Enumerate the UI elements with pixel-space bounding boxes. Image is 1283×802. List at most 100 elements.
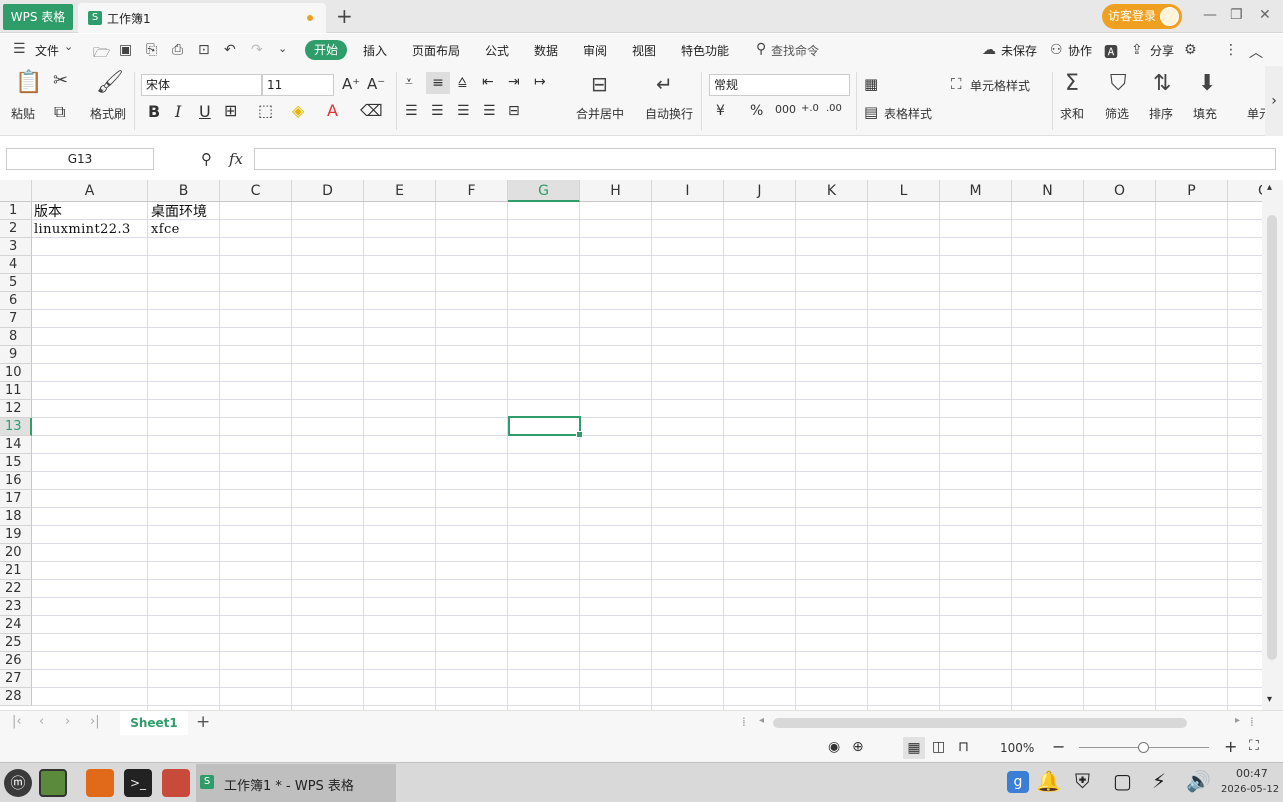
formula-input[interactable] — [254, 148, 1276, 170]
row-header-1[interactable]: 1 — [0, 202, 32, 220]
new-tab-button[interactable]: + — [336, 4, 353, 28]
scroll-down-icon[interactable]: ▾ — [1267, 694, 1272, 705]
thousands-separator-icon[interactable]: 000 — [775, 103, 796, 116]
spreadsheet-grid[interactable]: ABCDEFGHIJKLMNOPQ 1234567891011121314151… — [0, 180, 1262, 710]
tab-page-layout[interactable]: 页面布局 — [412, 42, 460, 59]
zoom-slider-handle[interactable] — [1138, 742, 1149, 753]
row-header-21[interactable]: 21 — [0, 562, 32, 580]
row-header-13[interactable]: 13 — [0, 418, 32, 436]
cell-A2[interactable]: linuxmint22.3 — [34, 221, 131, 239]
select-all-corner[interactable] — [0, 180, 32, 202]
wrap-text-icon[interactable]: ↵ — [656, 72, 673, 96]
row-header-24[interactable]: 24 — [0, 616, 32, 634]
sort-icon[interactable]: ⇅ — [1153, 71, 1171, 96]
zoom-out-icon[interactable]: − — [1052, 737, 1065, 756]
decrease-decimal-icon[interactable]: .00 — [826, 103, 842, 114]
eye-protection-icon[interactable]: ◉ — [828, 739, 840, 755]
row-header-27[interactable]: 27 — [0, 670, 32, 688]
vertical-scrollbar[interactable]: ▴ ▾ — [1262, 180, 1283, 710]
column-header-O[interactable]: O — [1084, 180, 1156, 202]
italic-icon[interactable]: I — [175, 102, 181, 121]
column-header-A[interactable]: A — [32, 180, 148, 202]
first-sheet-icon[interactable]: |‹ — [12, 714, 22, 729]
tab-view[interactable]: 视图 — [632, 42, 656, 59]
borders-icon[interactable]: ⊞ — [224, 101, 237, 120]
volume-icon[interactable]: 🔊 — [1186, 769, 1211, 793]
tab-special-features[interactable]: 特色功能 — [681, 42, 729, 59]
restore-icon[interactable]: ❐ — [1230, 7, 1243, 23]
cell-shading-icon[interactable]: ⬚ — [258, 101, 273, 120]
align-middle-icon[interactable]: ≡ — [426, 72, 450, 94]
column-header-P[interactable]: P — [1156, 180, 1228, 202]
scroll-right-icon[interactable]: ▸ — [1235, 715, 1240, 726]
align-left-icon[interactable]: ☰ — [405, 103, 418, 119]
share-button[interactable]: 分享 — [1150, 42, 1174, 59]
row-header-22[interactable]: 22 — [0, 580, 32, 598]
row-header-25[interactable]: 25 — [0, 634, 32, 652]
clock-time[interactable]: 00:47 — [1236, 767, 1268, 780]
scroll-left-icon[interactable]: ◂ — [759, 715, 764, 726]
close-icon[interactable]: ✕ — [1259, 7, 1271, 23]
sheet-tab-sheet1[interactable]: Sheet1 — [120, 711, 188, 735]
row-header-5[interactable]: 5 — [0, 274, 32, 292]
row-header-3[interactable]: 3 — [0, 238, 32, 256]
paste-button[interactable]: 粘贴 — [11, 105, 35, 122]
format-painter-button[interactable]: 格式刷 — [90, 105, 126, 122]
merge-center-icon[interactable]: ⊟ — [591, 72, 608, 96]
print-icon[interactable]: ⎙ — [172, 42, 183, 58]
merge-center-button[interactable]: 合并居中 — [576, 105, 624, 122]
format-painter-icon[interactable]: 🖌 — [96, 70, 124, 95]
normal-view-icon[interactable]: ▦ — [903, 737, 925, 759]
paste-icon[interactable]: 📋 — [15, 70, 42, 95]
save-icon[interactable]: ▣ — [119, 42, 132, 58]
column-header-C[interactable]: C — [220, 180, 292, 202]
notification-bell-icon[interactable]: 🔔 — [1036, 769, 1061, 793]
vertical-scroll-thumb[interactable] — [1267, 215, 1277, 660]
filter-button[interactable]: 筛选 — [1105, 105, 1129, 122]
fill-color-icon[interactable]: ◈ — [292, 101, 304, 120]
align-top-icon[interactable]: ⩡ — [405, 74, 413, 90]
underline-icon[interactable]: U — [199, 102, 211, 121]
distributed-icon[interactable]: ⊟ — [508, 103, 520, 119]
font-size-select[interactable]: 11 — [262, 74, 334, 96]
tab-insert[interactable]: 插入 — [363, 42, 387, 59]
last-sheet-icon[interactable]: ›| — [90, 714, 100, 729]
row-header-28[interactable]: 28 — [0, 688, 32, 706]
row-header-6[interactable]: 6 — [0, 292, 32, 310]
column-header-L[interactable]: L — [868, 180, 940, 202]
fullscreen-icon[interactable]: ⛶ — [1249, 738, 1259, 754]
copy-icon[interactable]: ⧉ — [54, 102, 65, 122]
selected-cell-G13[interactable] — [508, 416, 583, 438]
file-menu[interactable]: 文件 — [35, 42, 59, 59]
column-header-H[interactable]: H — [580, 180, 652, 202]
row-header-9[interactable]: 9 — [0, 346, 32, 364]
row-header-19[interactable]: 19 — [0, 526, 32, 544]
cell-style-button[interactable]: 单元格样式 — [970, 77, 1030, 94]
align-bottom-icon[interactable]: ⩠ — [458, 74, 467, 90]
page-layout-view-icon[interactable]: ◫ — [932, 739, 945, 755]
g-app-tray-icon[interactable]: g — [1007, 771, 1029, 793]
font-color-icon[interactable]: A — [327, 101, 338, 120]
cell-B1[interactable]: 桌面环境 — [151, 203, 207, 221]
mint-menu-icon[interactable]: ⓜ — [4, 769, 32, 797]
show-desktop-icon[interactable] — [39, 769, 67, 797]
reading-mode-icon[interactable]: ⊕ — [852, 739, 864, 755]
clear-format-icon[interactable]: ⌫ — [360, 101, 383, 120]
conditional-format-icon[interactable]: ▦ — [864, 75, 878, 93]
name-box[interactable]: G13 — [6, 148, 154, 170]
splitter-handle-right[interactable]: ⁞ — [1250, 715, 1254, 729]
column-header-B[interactable]: B — [148, 180, 220, 202]
row-header-20[interactable]: 20 — [0, 544, 32, 562]
scroll-up-icon[interactable]: ▴ — [1267, 182, 1272, 193]
visitor-login-button[interactable]: 访客登录 — [1102, 4, 1182, 29]
hamburger-menu-icon[interactable]: ☰ — [13, 41, 26, 57]
ribbon-scroll-right-icon[interactable]: › — [1265, 66, 1283, 136]
redo-icon[interactable]: ↷ — [251, 42, 263, 58]
settings-gear-icon[interactable]: ⚙ — [1184, 42, 1197, 58]
sum-icon[interactable]: Σ — [1065, 71, 1079, 96]
page-break-view-icon[interactable]: ⊓ — [958, 739, 969, 755]
row-header-4[interactable]: 4 — [0, 256, 32, 274]
row-header-17[interactable]: 17 — [0, 490, 32, 508]
column-header-G[interactable]: G — [508, 180, 580, 202]
row-header-12[interactable]: 12 — [0, 400, 32, 418]
